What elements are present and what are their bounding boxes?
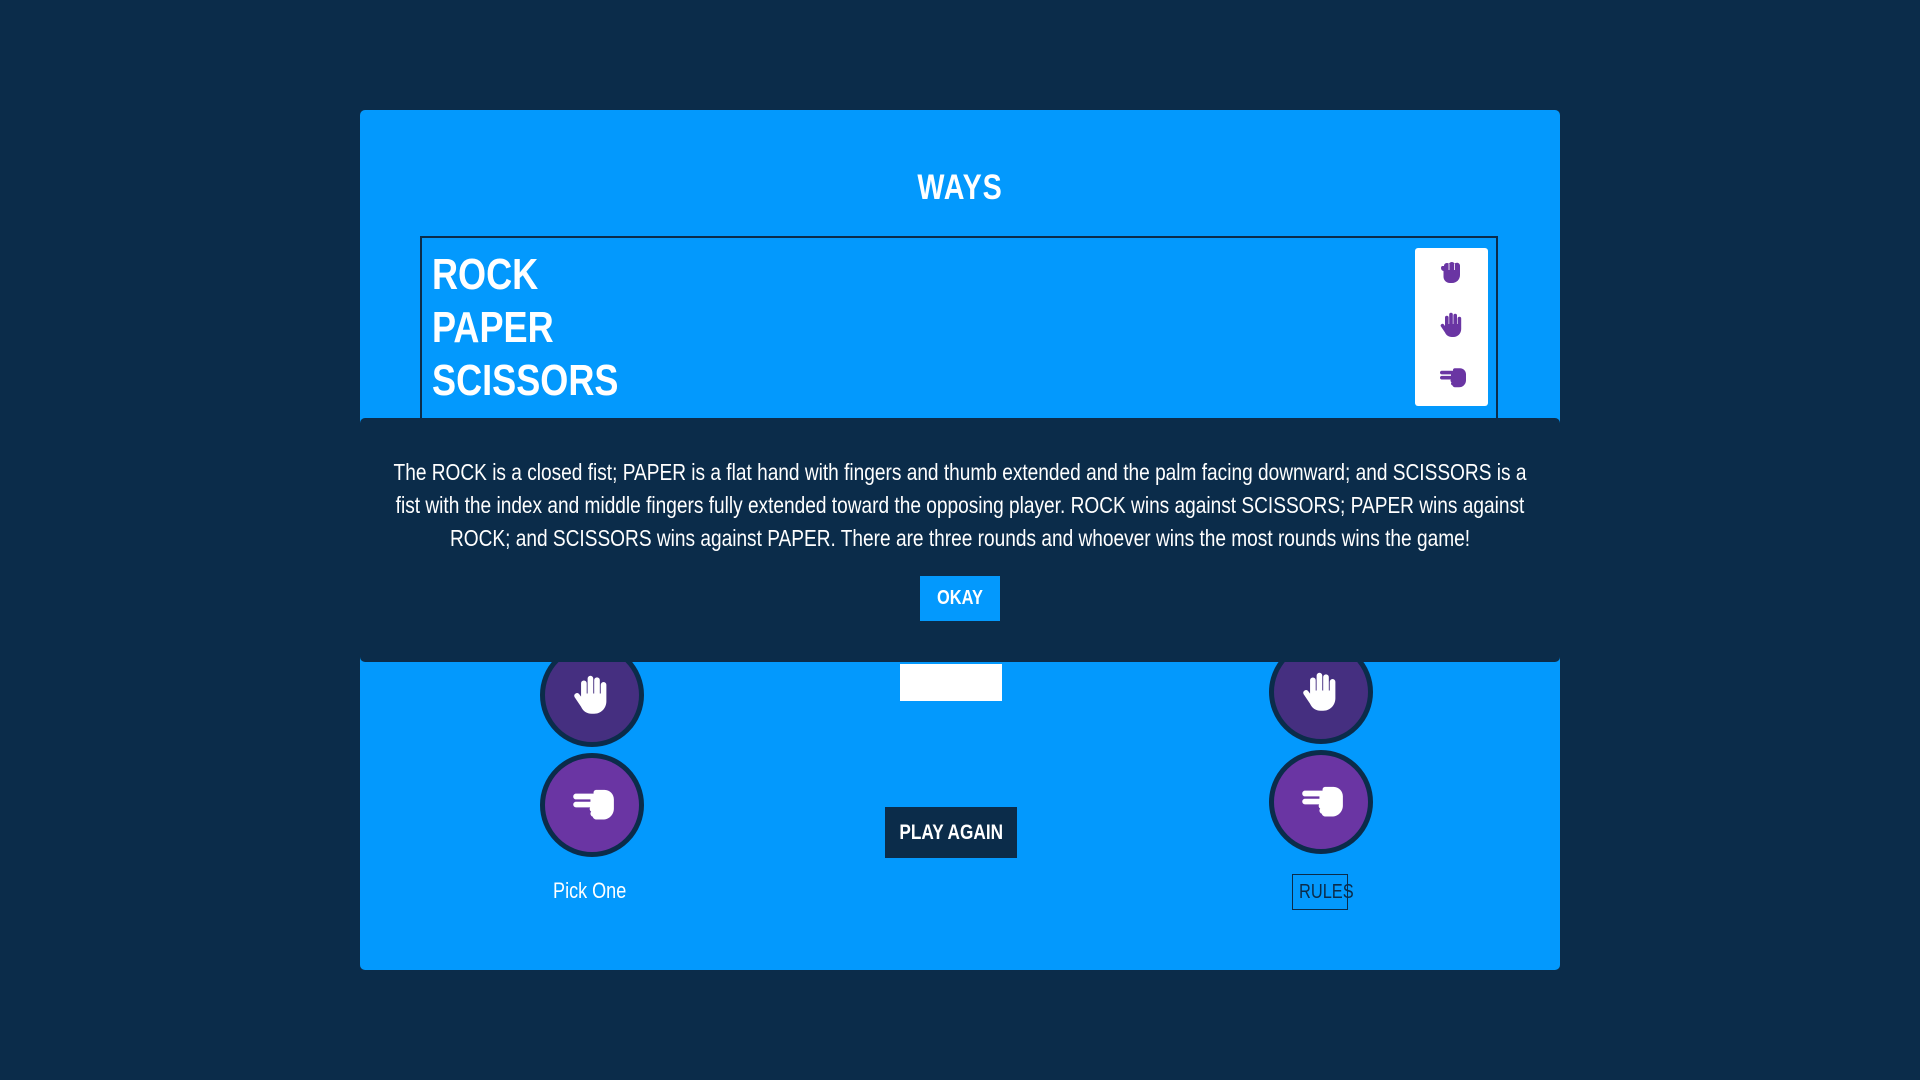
paper-icon (1303, 672, 1336, 711)
result-box (900, 664, 1002, 701)
pick-one-label: Pick One (490, 878, 690, 904)
way-paper: PAPER (432, 303, 554, 352)
rules-text: The ROCK is a closed fist; PAPER is a fl… (390, 456, 1530, 555)
pick-one-text: Pick One (553, 878, 627, 903)
paper-icon (574, 675, 607, 714)
okay-label: OKAY (937, 587, 983, 609)
ways-icon-box (1415, 248, 1488, 406)
scissors-icon (1440, 368, 1466, 388)
player-scissors-choice[interactable] (540, 753, 644, 857)
way-rock: ROCK (432, 250, 539, 299)
rules-button[interactable]: RULES (1292, 874, 1354, 910)
game-page: WAYS ROCK PAPER SCISSORS PLAY AGAIN Pick… (0, 0, 1920, 1080)
computer-scissors-choice (1269, 750, 1373, 854)
scissors-icon (573, 789, 614, 820)
play-again-label: PLAY AGAIN (899, 820, 1003, 844)
ways-list: ROCK PAPER SCISSORS (432, 248, 659, 407)
rules-label: RULES (1299, 880, 1354, 903)
rules-text-content: The ROCK is a closed fist; PAPER is a fl… (393, 459, 1527, 551)
rules-modal: The ROCK is a closed fist; PAPER is a fl… (360, 418, 1560, 662)
scissors-icon (1302, 786, 1343, 817)
okay-button[interactable]: OKAY (920, 576, 1000, 621)
ways-title: WAYS (917, 168, 1003, 207)
paper-icon (1440, 312, 1462, 337)
rock-icon (1441, 262, 1460, 283)
way-scissors: SCISSORS (432, 356, 619, 405)
play-again-button[interactable]: PLAY AGAIN (885, 807, 1017, 858)
